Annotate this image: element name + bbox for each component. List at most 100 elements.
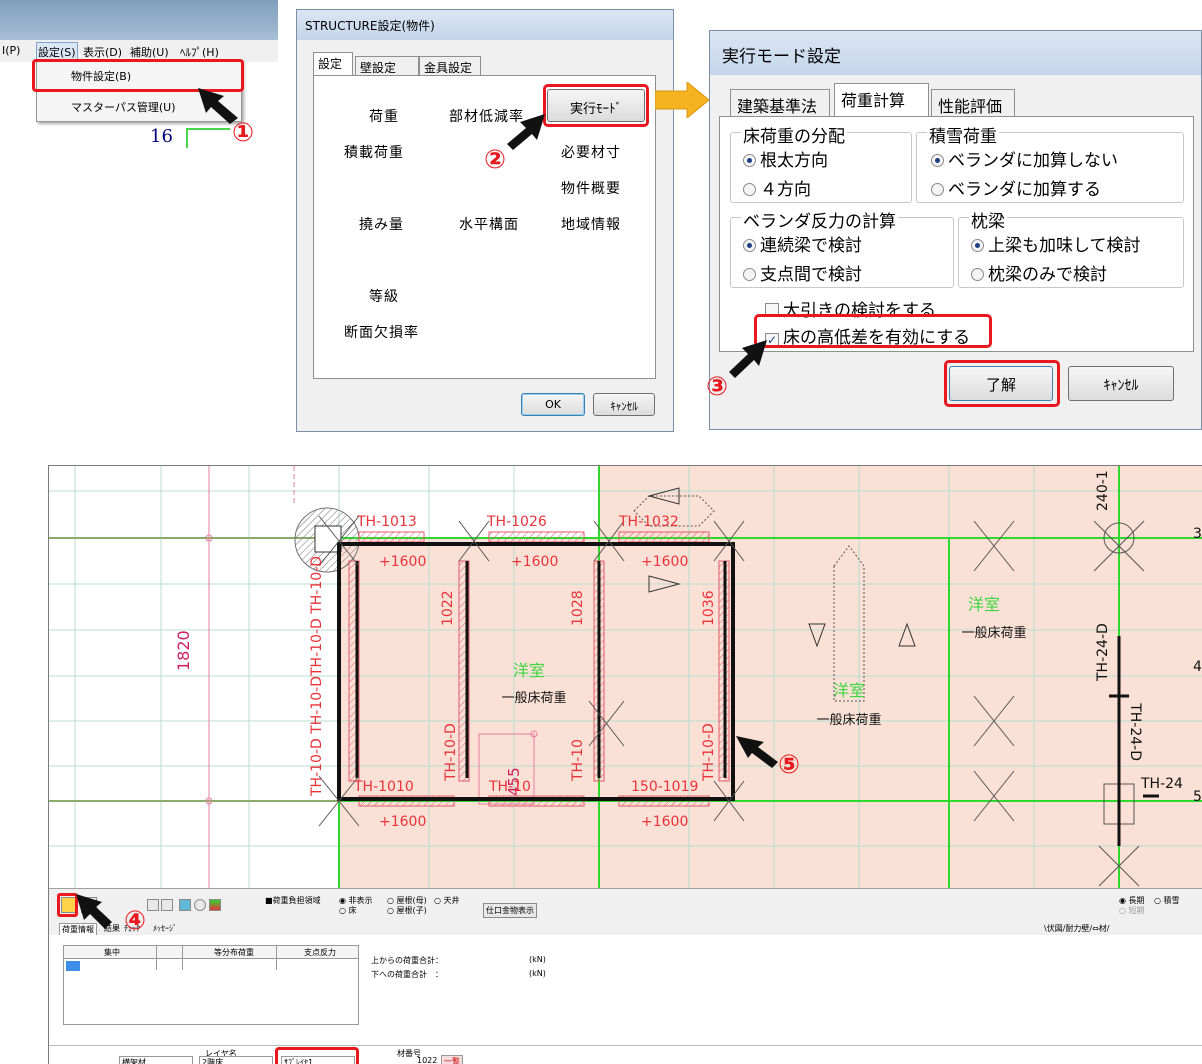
radio-pillow-only[interactable]: 枕梁のみで検討 xyxy=(971,260,1107,285)
fit-icon[interactable] xyxy=(161,899,173,911)
radio-veranda-add[interactable]: ベランダに加算する xyxy=(931,175,1101,200)
floor-load-group: 床荷重の分配 根太方向 ４方向 xyxy=(730,122,912,203)
radio-label: 屋根(母) xyxy=(396,896,427,905)
menu-master-path[interactable]: マスターパス管理(U) xyxy=(71,99,176,115)
radio-icon xyxy=(743,183,756,196)
label-grid-3: 3 xyxy=(1193,526,1202,542)
tab-load-calc[interactable]: 荷重計算 xyxy=(834,83,929,117)
live-load-link[interactable]: 積載荷重 xyxy=(344,142,404,162)
room-label-3: 洋室 xyxy=(833,681,865,700)
menu-item-p[interactable]: I(P) xyxy=(2,44,20,57)
room-load-3: 一般床荷重 xyxy=(816,712,881,728)
menu-item-assist[interactable]: 補助(U) xyxy=(130,44,169,60)
label-150-1019: 150-1019 xyxy=(631,779,698,795)
radio-label: ４方向 xyxy=(760,180,811,200)
dialog-title: 実行モード設定 xyxy=(710,31,1201,75)
cad-canvas[interactable]: 1820 455 TH-1013 TH-1026 TH-1032 +1600 +… xyxy=(49,466,1202,888)
radio-floor[interactable]: ○ 床 xyxy=(339,905,357,916)
radio-label: 非表示 xyxy=(348,896,373,905)
label-240-1: 240-1 xyxy=(1095,470,1111,511)
structure-settings-dialog: STRUCTURE設定(物件) 設定 壁設定 金具設定 荷重 部材低減率 積載荷… xyxy=(296,9,674,432)
group-label: ベランダ反力の計算 xyxy=(741,207,898,232)
list-button[interactable]: 一覧 xyxy=(441,1055,463,1064)
radio-roof-child[interactable]: ○ 屋根(子) xyxy=(387,905,427,916)
radio-upper-beam[interactable]: 上梁も加味して検討 xyxy=(971,231,1141,256)
view-tabs[interactable]: \伏図/耐力壁/⇔材/ xyxy=(1044,923,1109,934)
material-no-value: 1022 xyxy=(417,1056,438,1064)
label-th24: TH-24 xyxy=(1140,776,1183,792)
cad-toolbar: ■荷重負担領域 ◉ 非表示 ○ 床 ○ 屋根(母) ○ 屋根(子) ○ 天井 仕… xyxy=(49,888,1202,922)
radio-label: 連続梁で検討 xyxy=(760,236,862,256)
color-icon[interactable] xyxy=(209,899,221,911)
cad-tabs: 荷重情報 結果 ﾁｪｯｸ ﾒｯｾｰｼﾞ \伏図/耐力壁/⇔材/ xyxy=(49,922,1202,935)
radio-snow[interactable]: ○ 積雪 xyxy=(1154,895,1180,906)
radio-between-supports[interactable]: 支点間で検討 xyxy=(743,260,862,285)
room-load-2: 一般床荷重 xyxy=(961,625,1026,641)
tab-building-code[interactable]: 建築基準法 xyxy=(730,89,830,116)
tab-wall-settings[interactable]: 壁設定 xyxy=(355,56,419,76)
radio-selected-icon xyxy=(931,154,944,167)
menu-item-view[interactable]: 表示(D) xyxy=(83,44,122,60)
label-v-th10d-c: TH-10-D xyxy=(701,723,717,782)
label-v-th10-b: TH-10 xyxy=(570,739,586,782)
label-1036: 1036 xyxy=(701,590,717,626)
load-link[interactable]: 荷重 xyxy=(369,106,399,126)
tab-message[interactable]: ﾒｯｾｰｼﾞ xyxy=(153,923,177,934)
radio-label: 屋根(子) xyxy=(396,906,427,915)
radio-short-term[interactable]: ○ 短期 xyxy=(1119,905,1145,916)
col-concentrated: 集中 xyxy=(104,948,120,957)
deflection-link[interactable]: 撓み量 xyxy=(359,214,404,234)
load-info-panel: 集中 等分布荷重 支点反力 上からの荷重合計： (kN) 下への荷重合計 ： (… xyxy=(49,935,1202,1064)
tab-performance[interactable]: 性能評価 xyxy=(931,89,1015,116)
menu-item-help[interactable]: ﾍﾙﾌﾟ(H) xyxy=(180,44,219,60)
cancel-button[interactable]: ｷｬﾝｾﾙ xyxy=(593,393,655,416)
property-overview-link[interactable]: 物件概要 xyxy=(561,178,621,198)
radio-icon xyxy=(971,268,984,281)
grid-icon[interactable] xyxy=(179,899,191,911)
ok-button[interactable]: OK xyxy=(521,393,585,416)
tab-hardware-settings[interactable]: 金具設定 xyxy=(419,56,481,76)
radio-continuous-beam[interactable]: 連続梁で検討 xyxy=(743,231,862,256)
tab-settings[interactable]: 設定 xyxy=(313,52,353,77)
step-5-label: ⑤ xyxy=(777,750,800,780)
snow-load-group: 積雪荷重 ベランダに加算しない ベランダに加算する xyxy=(916,122,1184,203)
horizontal-plane-link[interactable]: 水平構面 xyxy=(459,214,519,234)
highlight-box-2 xyxy=(543,84,649,127)
next-step-arrow xyxy=(655,82,710,118)
col-distributed: 等分布荷重 xyxy=(214,948,254,957)
table-header: 集中 等分布荷重 支点反力 xyxy=(64,946,358,959)
label-grid-4: 4 xyxy=(1193,659,1202,675)
label-plus-e: +1600 xyxy=(641,814,688,830)
label-v-left1: TH-10-D TH-10-D xyxy=(309,556,325,677)
label-grid-5: 5 xyxy=(1193,789,1202,805)
region-info-link[interactable]: 地域情報 xyxy=(561,214,621,234)
label-v-th10d-a: TH-10-D xyxy=(443,723,459,782)
label-th24d-a: TH-24-D xyxy=(1095,623,1111,682)
divider xyxy=(49,1045,1202,1046)
highlight-box-3b xyxy=(944,360,1060,407)
radio-joist-direction[interactable]: 根太方向 xyxy=(743,146,828,171)
member-type-select[interactable]: 横架材 xyxy=(119,1056,193,1064)
radio-label: ベランダに加算する xyxy=(948,180,1101,200)
table-divider xyxy=(156,946,157,970)
table-row-selected[interactable] xyxy=(66,961,80,971)
label-plus-c: +1600 xyxy=(641,554,688,570)
cancel-button[interactable]: ｷｬﾝｾﾙ xyxy=(1068,366,1174,401)
load-area-label: ■荷重負担領域 xyxy=(265,896,321,905)
radio-veranda-no-add[interactable]: ベランダに加算しない xyxy=(931,146,1118,171)
background-line xyxy=(186,128,230,148)
radio-ceiling[interactable]: ○ 天井 xyxy=(434,895,460,906)
table-divider xyxy=(276,946,277,970)
grade-link[interactable]: 等級 xyxy=(369,286,399,306)
layer-select[interactable]: 2階床 xyxy=(199,1056,273,1064)
section-loss-link[interactable]: 断面欠損率 xyxy=(344,322,419,342)
radio-four-direction[interactable]: ４方向 xyxy=(743,175,811,200)
label-plus-d: +1600 xyxy=(379,814,426,830)
radio-label: 積雪 xyxy=(1163,896,1180,905)
required-size-link[interactable]: 必要材寸 xyxy=(561,142,621,162)
group-label: 床荷重の分配 xyxy=(741,122,847,147)
opening-hardware-button[interactable]: 仕口金物表示 xyxy=(483,903,537,918)
circle-icon[interactable] xyxy=(194,899,206,911)
dialog-title: STRUCTURE設定(物件) xyxy=(297,10,673,40)
veranda-reaction-group: ベランダ反力の計算 連続梁で検討 支点間で検討 xyxy=(730,207,954,288)
